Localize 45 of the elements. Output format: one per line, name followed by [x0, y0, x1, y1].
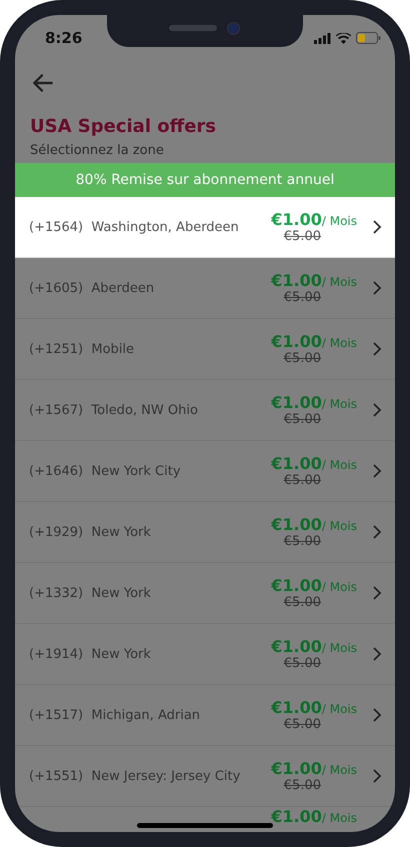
zone-name: (+1605) Aberdeen	[29, 280, 156, 296]
price: €1.00/ Mois	[271, 332, 357, 351]
price: €1.00/ Mois	[271, 271, 357, 290]
discount-banner: 80% Remise sur abonnement annuel	[15, 163, 395, 197]
zone-row[interactable]: (+1929) New York €1.00/ Mois €5.00	[15, 502, 395, 563]
price: €1.00/ Mois	[271, 576, 357, 595]
zone-row[interactable]: (+1332) New York €1.00/ Mois €5.00	[15, 563, 395, 624]
zone-name: (+1551) New Jersey: Jersey City	[29, 768, 242, 784]
price: €1.00/ Mois	[271, 454, 357, 473]
page-title: USA Special offers	[30, 116, 218, 137]
price: €1.00/ Mois	[271, 759, 357, 778]
old-price: €5.00	[282, 778, 322, 793]
old-price: €5.00	[282, 473, 322, 488]
old-price: €5.00	[282, 595, 322, 610]
zone-name: (+1929) New York	[29, 524, 152, 540]
zone-row[interactable]: (+1564) Washington, Aberdeen €1.00/ Mois €5.00	[15, 197, 395, 258]
old-price: €5.00	[282, 351, 322, 366]
price: €1.00/ Mois	[271, 807, 357, 826]
price: €1.00/ Mois	[271, 393, 357, 412]
zone-name: (+1564) Washington, Aberdeen	[29, 220, 240, 234]
zone-row[interactable]: (+1567) Toledo, NW Ohio €1.00/ Mois €5.00	[15, 380, 395, 441]
zone-row[interactable]: (+1551) New Jersey: Jersey City €1.00/ Mois €5.00	[15, 746, 395, 807]
old-price: €5.00	[282, 290, 322, 305]
price: €1.00/ Mois	[271, 515, 357, 534]
zone-name: (+1517) Michigan, Adrian	[29, 708, 202, 722]
zone-name: (+1646) New York City	[29, 464, 182, 478]
old-price: €5.00	[282, 717, 322, 732]
old-price: €5.00	[282, 412, 322, 427]
old-price: €5.00	[282, 656, 322, 671]
zone-name: (+1332) New York	[29, 586, 152, 600]
zone-row[interactable]: (+1517) Michigan, Adrian €1.00/ Mois €5.00	[15, 685, 395, 746]
old-price: €5.00	[282, 534, 322, 549]
zone-row[interactable]: (+1646) New York City €1.00/ Mois €5.00	[15, 441, 395, 502]
zone-name: (+1567) Toledo, NW Ohio	[29, 402, 199, 418]
price: €1.00/ Mois	[271, 637, 357, 656]
price: €1.00/ Mois	[271, 210, 357, 229]
status-time: 8:26	[45, 29, 82, 47]
zone-row[interactable]: (+1914) New York €1.00/ Mois €5.00	[15, 624, 395, 685]
old-price: €5.00	[282, 229, 322, 244]
zone-name: (+1914) New York	[29, 646, 152, 662]
page-subtitle: Sélectionnez la zone	[30, 143, 165, 158]
zone-row[interactable]: (+1605) Aberdeen €1.00/ Mois €5.00	[15, 258, 395, 319]
zone-name: (+1251) Mobile	[29, 342, 136, 356]
price: €1.00/ Mois	[271, 698, 357, 717]
zone-row[interactable]: (+1251) Mobile €1.00/ Mois €5.00	[15, 319, 395, 380]
